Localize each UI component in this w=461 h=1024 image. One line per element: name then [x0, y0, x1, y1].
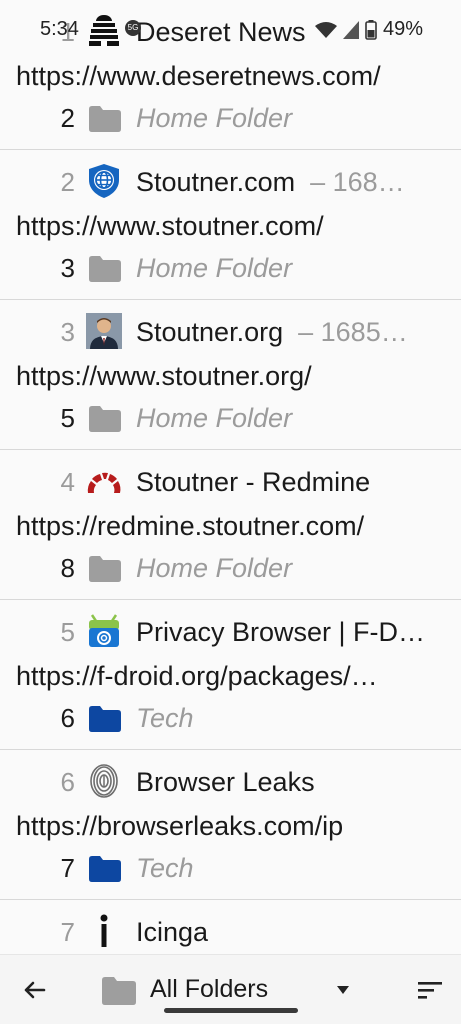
folder-icon: [89, 106, 121, 132]
bookmark-title: Privacy Browser | F-D…: [136, 617, 426, 647]
bookmark-row[interactable]: 2 Stoutner.com – 168… https://www.stoutn…: [0, 150, 461, 300]
globe-shield-icon: [89, 164, 119, 198]
bookmark-title: Icinga: [136, 917, 209, 947]
folder-name: Home Folder: [136, 553, 293, 583]
display-order: 2: [60, 103, 75, 133]
database-id: 1: [60, 17, 75, 47]
folder-icon: [89, 856, 121, 882]
sort-icon[interactable]: [415, 975, 445, 1005]
bookmark-title: Deseret News: [136, 17, 306, 47]
icinga-icon: [100, 914, 108, 947]
gesture-handle[interactable]: [164, 1008, 298, 1013]
bookmark-title-extra: – 1685…: [298, 317, 408, 347]
bottom-bar: All Folders: [0, 954, 461, 1024]
bookmark-url: https://browserleaks.com/ip: [16, 811, 344, 841]
bookmark-row[interactable]: 6 Browser Leaks https://browserleaks.com…: [0, 750, 461, 900]
folder-icon: [89, 406, 121, 432]
person-photo-icon: [86, 313, 122, 349]
database-id: 5: [60, 617, 75, 647]
bookmark-title: Stoutner.org – 1685…: [136, 317, 408, 347]
folder-name: Home Folder: [136, 253, 293, 283]
bookmarks-list: 1 Deseret News https://www.deseretnews.c…: [0, 0, 461, 1024]
bookmark-title: Stoutner - Redmine: [136, 467, 371, 497]
bookmark-row[interactable]: 4 Stoutner - Redmine https://redmine.sto…: [0, 450, 461, 600]
bookmark-title: Stoutner.com – 168…: [136, 167, 405, 197]
bookmark-row[interactable]: 3 Stoutner.org – 1685… https://www.stout…: [0, 300, 461, 450]
database-id: 6: [60, 767, 75, 797]
bookmark-url: https://f-droid.org/packages/…: [16, 661, 378, 691]
database-id: 7: [60, 917, 75, 947]
bookmark-url: https://www.stoutner.org/: [16, 361, 312, 391]
bookmark-title-extra: – 168…: [310, 167, 405, 197]
bookmark-url: https://www.deseretnews.com/: [16, 61, 381, 91]
bookmark-url: https://www.stoutner.com/: [16, 211, 324, 241]
display-order: 5: [60, 403, 75, 433]
folder-icon: [89, 256, 121, 282]
bookmark-url: https://redmine.stoutner.com/: [16, 511, 365, 541]
bookmark-row[interactable]: 5 Privacy Browser | F-D… https://f-droid…: [0, 600, 461, 750]
fingerprint-icon: [90, 764, 118, 798]
fdroid-icon: [89, 614, 119, 647]
display-order: 3: [60, 253, 75, 283]
display-order: 8: [60, 553, 75, 583]
back-arrow-icon[interactable]: [20, 975, 50, 1005]
display-order: 6: [60, 703, 75, 733]
folder-name: Tech: [136, 703, 194, 733]
display-order: 7: [60, 853, 75, 883]
beehive-icon: [89, 15, 119, 46]
bookmark-title: Browser Leaks: [136, 767, 315, 797]
folder-icon: [89, 706, 121, 732]
dropdown-arrow-icon[interactable]: [336, 985, 350, 995]
folder-icon: [89, 556, 121, 582]
database-id: 2: [60, 167, 75, 197]
folder-name: Home Folder: [136, 403, 293, 433]
folder-selector[interactable]: All Folders: [150, 975, 268, 1004]
folder-name: Tech: [136, 853, 194, 883]
folder-icon: [102, 977, 136, 1005]
database-id: 4: [60, 467, 75, 497]
bookmark-row[interactable]: 1 Deseret News https://www.deseretnews.c…: [0, 0, 461, 150]
redmine-icon: [87, 472, 121, 493]
database-id: 3: [60, 317, 75, 347]
folder-name: Home Folder: [136, 103, 293, 133]
